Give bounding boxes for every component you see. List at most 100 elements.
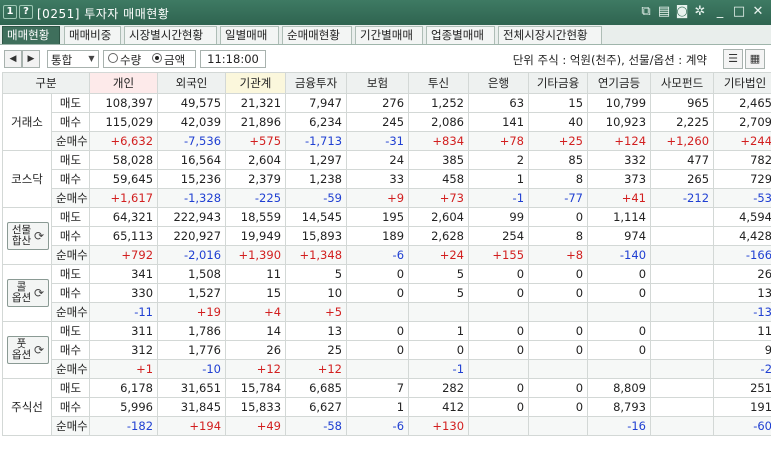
market-select[interactable]: 통합 ▼ bbox=[47, 50, 99, 68]
table-cell bbox=[528, 302, 589, 322]
table-cell: -7,536 bbox=[157, 131, 227, 151]
settings-icon[interactable]: ✲ bbox=[692, 4, 708, 20]
col-header[interactable]: 기관계 bbox=[225, 72, 287, 94]
row-label: 순매수 bbox=[50, 188, 91, 208]
table-cell: 0 bbox=[346, 264, 410, 284]
row-label: 매도 bbox=[50, 378, 91, 398]
tab-net-buy[interactable]: 순매매현황 bbox=[282, 26, 352, 44]
table-cell: 21,896 bbox=[225, 112, 287, 132]
col-header[interactable]: 사모펀드 bbox=[650, 72, 715, 94]
tab-daily[interactable]: 일별매매 bbox=[220, 26, 279, 44]
section-toggle-label: 선물 합산 bbox=[11, 225, 33, 247]
table-cell: 385 bbox=[408, 150, 470, 170]
table-cell: 19,949 bbox=[225, 226, 287, 246]
table-row: 순매수 +792 -2,016 +1,390 +1,348 -6 +24 +155 +8 -140… bbox=[3, 245, 771, 265]
camera-icon[interactable]: ◙ bbox=[674, 4, 690, 20]
memo-icon[interactable]: ▤ bbox=[656, 4, 672, 20]
time-field[interactable]: 11:18:00 bbox=[200, 50, 266, 68]
tab-all-market-time[interactable]: 전체시장시간현황 bbox=[498, 26, 602, 44]
tab-trading-status[interactable]: 매매현황 bbox=[2, 26, 60, 44]
table-cell: 108,397 bbox=[89, 93, 159, 113]
col-header[interactable]: 기타금융 bbox=[528, 72, 589, 94]
table-row: 풋 옵션 ⟳ 매도 311 1,786 14 13 0 1 0 0 0 11 bbox=[2, 321, 771, 379]
table-cell: 245 bbox=[346, 112, 410, 132]
table-cell: +5 bbox=[285, 302, 348, 322]
table-cell: 5 bbox=[408, 283, 470, 303]
table-cell: 6,234 bbox=[285, 112, 348, 132]
list-view-icon[interactable]: ☰ bbox=[723, 49, 743, 69]
tab-sector[interactable]: 업종별매매 bbox=[426, 26, 495, 44]
row-label: 매수 bbox=[50, 397, 91, 417]
col-header[interactable]: 보험 bbox=[346, 72, 410, 94]
col-header[interactable]: 외국인 bbox=[157, 72, 227, 94]
table-cell bbox=[650, 359, 715, 379]
table-cell: 1,776 bbox=[157, 340, 227, 360]
table-cell: 276 bbox=[346, 93, 410, 113]
table-cell: 115,029 bbox=[89, 112, 159, 132]
table-cell: -1,713 bbox=[285, 131, 348, 151]
table-cell: 9 bbox=[713, 340, 771, 360]
radio-amount-label[interactable]: 금액 bbox=[164, 52, 185, 68]
table-cell: 0 bbox=[528, 283, 589, 303]
table-cell: 265 bbox=[650, 169, 715, 189]
col-header[interactable]: 개인 bbox=[89, 72, 159, 94]
table-cell: -77 bbox=[528, 188, 589, 208]
table-cell: 10,923 bbox=[587, 112, 652, 132]
table-row: 순매수 +1,617 -1,328 -225 -59 +9 +73 -1 -77 +41 -212-… bbox=[3, 188, 771, 208]
table-cell: 64,321 bbox=[89, 207, 159, 227]
table-cell: 965 bbox=[650, 93, 715, 113]
col-header[interactable]: 금융투자 bbox=[285, 72, 348, 94]
table-cell: 13 bbox=[713, 283, 771, 303]
table-cell: 25 bbox=[285, 340, 348, 360]
table-cell: 7 bbox=[346, 378, 410, 398]
col-header[interactable]: 은행 bbox=[468, 72, 530, 94]
section-label[interactable]: 풋 옵션 ⟳ bbox=[2, 321, 52, 379]
table-cell: 0 bbox=[346, 283, 410, 303]
prev-arrow-icon[interactable]: ◀ bbox=[4, 50, 22, 68]
radio-quantity[interactable] bbox=[108, 53, 118, 63]
table-cell bbox=[587, 302, 652, 322]
table-cell: -1 bbox=[408, 359, 470, 379]
table-row: 매수 115,029 42,039 21,896 6,234 245 2,086 141 40 1… bbox=[3, 112, 771, 132]
table-cell: 729 bbox=[713, 169, 771, 189]
table-cell: +130 bbox=[408, 416, 470, 436]
close-icon[interactable]: ✕ bbox=[750, 4, 766, 20]
section-toggle-button[interactable]: 콜 옵션 ⟳ bbox=[7, 279, 49, 307]
export-grid-icon[interactable]: ▦ bbox=[745, 49, 765, 69]
section-toggle-button[interactable]: 풋 옵션 ⟳ bbox=[7, 336, 49, 364]
table-cell: -60 bbox=[713, 416, 771, 436]
table-cell: -59 bbox=[285, 188, 348, 208]
section-toggle-button[interactable]: 선물 합산 ⟳ bbox=[7, 222, 49, 250]
dropdown-icon[interactable]: 1 bbox=[3, 5, 17, 19]
table-cell: 65,113 bbox=[89, 226, 159, 246]
tab-trading-ratio[interactable]: 매매비중 bbox=[64, 26, 121, 44]
table-cell: +1,348 bbox=[285, 245, 348, 265]
table-cell bbox=[650, 397, 715, 417]
link-icon[interactable]: ⧉ bbox=[638, 4, 654, 20]
next-arrow-icon[interactable]: ▶ bbox=[22, 50, 40, 68]
radio-amount[interactable] bbox=[152, 53, 162, 63]
refresh-icon: ⟳ bbox=[33, 228, 45, 243]
tab-market-time[interactable]: 시장별시간현황 bbox=[124, 26, 217, 44]
row-label: 순매수 bbox=[50, 245, 91, 265]
help-icon[interactable]: ? bbox=[19, 5, 33, 19]
radio-quantity-label[interactable]: 수량 bbox=[120, 52, 141, 68]
table-cell: 31,845 bbox=[157, 397, 227, 417]
table-cell: -6 bbox=[346, 416, 410, 436]
section-label[interactable]: 콜 옵션 ⟳ bbox=[2, 264, 52, 322]
table-cell bbox=[468, 359, 530, 379]
col-header[interactable]: 연기금등 bbox=[587, 72, 652, 94]
col-header[interactable]: 투신 bbox=[408, 72, 470, 94]
table-cell: 15 bbox=[528, 93, 589, 113]
table-cell: -182 bbox=[89, 416, 159, 436]
table-body: 거래소 매도 108,397 49,575 21,321 7,947 276 1,252 63 1… bbox=[2, 93, 771, 436]
tab-period[interactable]: 기간별매매 bbox=[355, 26, 423, 44]
table-cell: +124 bbox=[587, 131, 652, 151]
section-toggle-line: 옵션 bbox=[11, 292, 32, 304]
maximize-icon[interactable]: □ bbox=[731, 4, 747, 20]
investor-table: 구분 개인 외국인 기관계 금융투자 보험 투신 은행 기타금융 연기금등 사모… bbox=[1, 72, 771, 436]
section-label[interactable]: 선물 합산 ⟳ bbox=[2, 207, 52, 265]
minimize-icon[interactable]: _ bbox=[712, 4, 728, 20]
table-cell: -1,328 bbox=[157, 188, 227, 208]
col-header[interactable]: 기타법인 bbox=[713, 72, 771, 94]
